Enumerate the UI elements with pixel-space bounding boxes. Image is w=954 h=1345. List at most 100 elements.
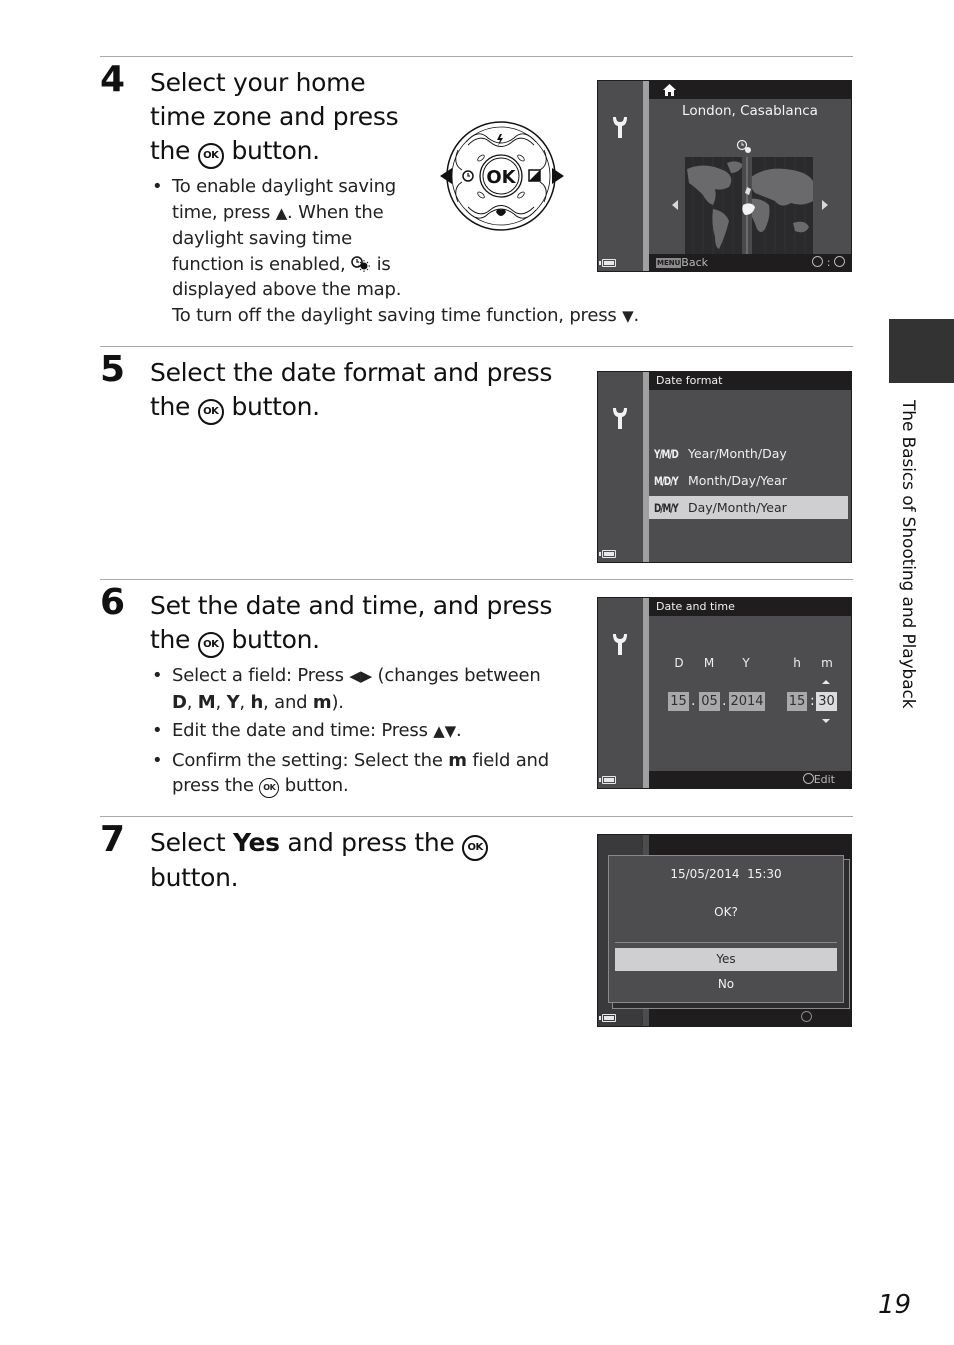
next-zone-arrow[interactable]: [822, 200, 828, 210]
date-format-code: M/D/Y: [654, 474, 679, 488]
field-name: m: [312, 691, 332, 713]
bullet-line: To enable daylight saving: [172, 176, 397, 197]
field-label-month: M: [703, 656, 715, 670]
date-format-option[interactable]: M/D/Y Month/Day/Year: [649, 469, 848, 492]
step-bullets: To enable daylight saving time, press ▲.…: [150, 174, 650, 329]
screen-left-panel: [598, 81, 643, 271]
step-heading: Select Yes and press the OK button.: [150, 826, 489, 895]
bullet-line: Select a field: Press ◀▶ (changes betwee…: [172, 663, 570, 690]
heading-line: time zone and press: [150, 102, 399, 131]
previous-zone-arrow[interactable]: [672, 200, 678, 210]
increment-arrow-icon[interactable]: [822, 680, 830, 684]
dialog-divider: [615, 942, 837, 943]
field-label-day: D: [674, 656, 684, 670]
bullet-line: D, M, Y, h, and m).: [172, 691, 344, 713]
bullet-text: and: [274, 691, 308, 713]
date-separator: .: [691, 693, 696, 709]
ok-button-icon: OK: [197, 399, 224, 425]
date-format-option[interactable]: Y/M/D Year/Month/Day: [649, 442, 848, 465]
field-label-hour: h: [793, 656, 801, 670]
section-divider: [100, 579, 853, 580]
heading-line: the OK button.: [150, 390, 552, 425]
heading-text: the: [150, 136, 191, 165]
heading-line: the OK button.: [150, 623, 552, 658]
year-field[interactable]: 2014: [729, 692, 765, 711]
bullet-text: time, press: [172, 201, 271, 223]
minute-field[interactable]: 30: [816, 692, 837, 711]
battery-icon: [599, 1014, 616, 1022]
up-arrow-icon: ▲: [275, 203, 288, 222]
step-number: 4: [100, 59, 126, 100]
bullet-text: (changes between: [377, 665, 541, 686]
menu-badge-icon: MENU: [656, 258, 682, 268]
section-divider: [100, 56, 853, 57]
footer-hint: :: [812, 254, 845, 271]
step-number: 6: [100, 582, 126, 623]
chapter-tab: [889, 319, 954, 383]
step-heading: Set the date and time, and press the OK …: [150, 589, 552, 658]
bullet-line: To turn off the daylight saving time fun…: [172, 303, 650, 330]
battery-icon: [599, 259, 616, 267]
bullet-text: button.: [284, 775, 349, 796]
heading-text: the: [150, 392, 191, 421]
step-number: 5: [100, 349, 126, 390]
battery-icon: [599, 776, 616, 784]
hour-field[interactable]: 15: [787, 692, 807, 711]
field-name: D: [172, 691, 187, 713]
bullet-text: is: [376, 253, 391, 275]
decrement-arrow-icon[interactable]: [822, 719, 830, 723]
heading-line: the OK button.: [150, 134, 398, 169]
heading-line: Select the date format and press: [150, 358, 553, 387]
date-format-option-selected[interactable]: D/M/Y Day/Month/Year: [649, 496, 848, 519]
bullet-text: Confirm the setting: Select the: [172, 749, 443, 771]
ok-button-icon: OK: [197, 632, 224, 658]
heading-line: button.: [150, 863, 239, 892]
bullet-text: function is enabled,: [172, 253, 346, 275]
heading-text: the: [150, 625, 191, 654]
date-format-label: Day/Month/Year: [688, 500, 787, 515]
heading-line: Select your home: [150, 68, 366, 97]
left-arrow-icon: [440, 168, 452, 184]
screen-title: Date format: [649, 372, 851, 390]
bullet-text: .: [455, 720, 462, 741]
date-format-code: Y/M/D: [654, 447, 679, 461]
section-divider: [100, 346, 853, 347]
camera-screen-date-time: Date and time D M Y h m 15 . 05 . 2014 1…: [597, 597, 852, 789]
screen-title: Date and time: [649, 598, 851, 616]
confirm-dialog: 15/05/2014 15:30 OK? Yes No: [608, 855, 844, 1003]
step-heading: Select your home time zone and press the…: [150, 66, 399, 169]
screen-divider-bar: [643, 372, 649, 562]
heading-line: Select Yes and press the OK: [150, 826, 489, 861]
bullet-text: press the: [172, 775, 254, 796]
battery-icon: [599, 550, 616, 558]
page-number: 19: [878, 1290, 912, 1320]
no-option[interactable]: No: [615, 973, 837, 996]
step-number: 7: [100, 819, 126, 860]
yes-option[interactable]: Yes: [615, 948, 837, 971]
bullet-line: daylight saving time: [172, 228, 353, 249]
camera-screen-time-zone: London, Casablanca MENUBack:: [597, 80, 852, 272]
heading-line: Set the date and time, and press: [150, 591, 553, 620]
field-label-minute: m: [821, 656, 833, 670]
screen-left-panel: [598, 598, 643, 788]
wrench-icon: [613, 408, 627, 429]
screen-header: [649, 81, 851, 99]
heading-text: button.: [231, 625, 320, 654]
multi-selector-icon: [801, 1011, 812, 1022]
footer-hint: Edit: [802, 771, 835, 788]
world-map: [685, 157, 813, 254]
day-field[interactable]: 15: [668, 692, 689, 711]
bullet-line: function is enabled, is: [172, 252, 650, 278]
screen-footer: Edit: [649, 771, 851, 788]
back-label[interactable]: Back: [681, 256, 708, 269]
bullet-text: .: [633, 304, 639, 326]
time-separator: :: [810, 693, 815, 709]
field-name: M: [197, 691, 216, 713]
multi-selector-dial: OK: [440, 121, 564, 231]
bullet-line: press the OK button.: [172, 773, 570, 799]
month-field[interactable]: 05: [699, 692, 720, 711]
screen-main: London, Casablanca: [649, 99, 851, 254]
bullet-text: ).: [331, 691, 344, 713]
daylight-saving-icon: [736, 139, 751, 153]
step-bullets: Select a field: Press ◀▶ (changes betwee…: [150, 663, 570, 799]
